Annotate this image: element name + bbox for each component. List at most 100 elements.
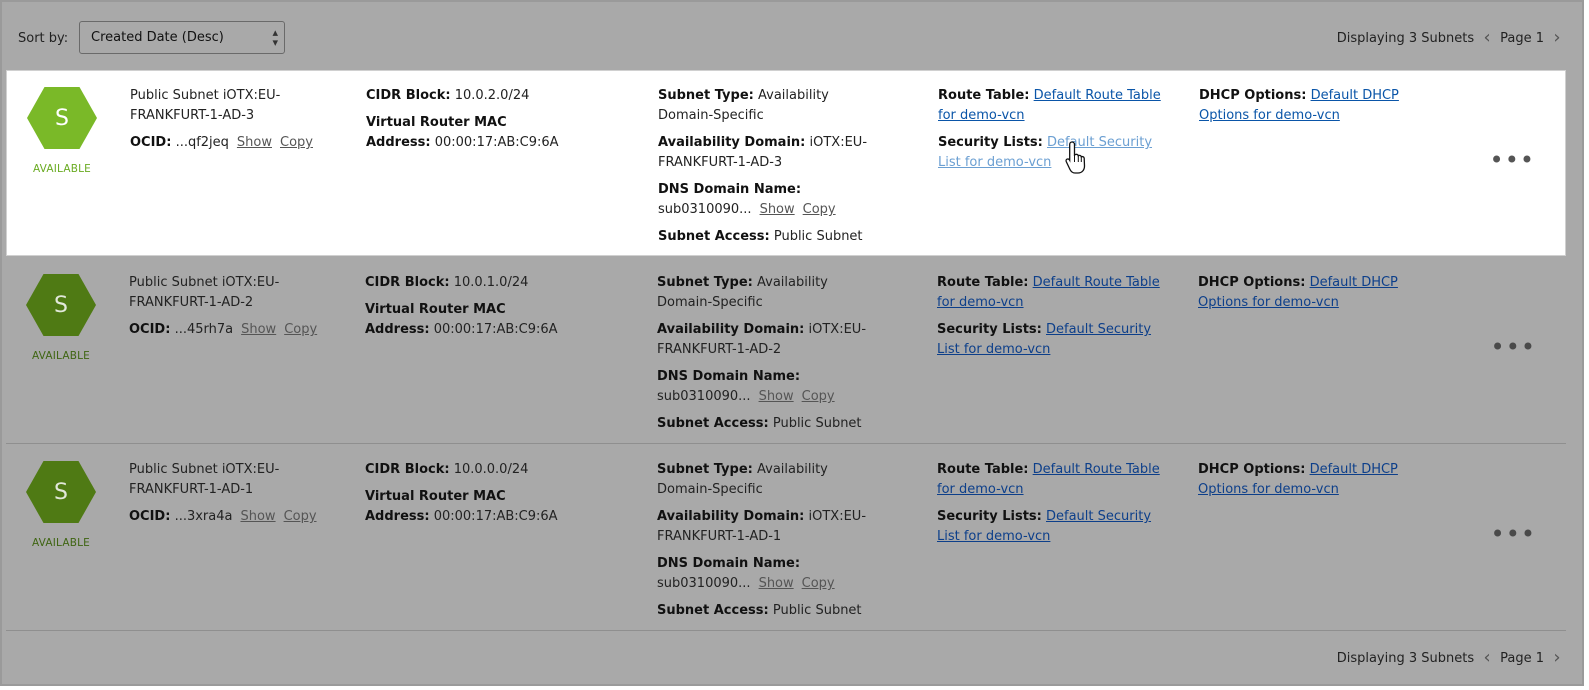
ocid-copy-link[interactable]: Copy [284,322,317,337]
more-options-icon[interactable]: ••• [1491,522,1536,546]
route-line: Route Table: Default Route Table for dem… [937,460,1177,500]
dns-value: sub0310090... [657,389,751,404]
sort-label: Sort by: [18,31,69,46]
pager-top: Displaying 3 Subnets ‹ Page 1 › [1336,29,1564,47]
ad-line: Availability Domain: iOTX:EU-FRANKFURT-1… [657,507,885,547]
subnet-name: Public Subnet iOTX:EU-FRANKFURT-1-AD-3 [130,88,281,123]
subnet-row: S AVAILABLE Public Subnet iOTX:EU-FRANKF… [6,445,1566,631]
ocid-label: OCID: [130,135,172,150]
dhcp-label: DHCP Options: [1198,275,1306,290]
route-line: Route Table: Default Route Table for dem… [938,86,1178,126]
seclist-line: Security Lists: Default Security List fo… [937,320,1177,360]
ad-label: Availability Domain: [657,322,805,337]
route-line: Route Table: Default Route Table for dem… [937,273,1177,313]
ocid-show-link[interactable]: Show [237,135,272,150]
route-column: Route Table: Default Route Table for dem… [937,273,1177,360]
dhcp-line: DHCP Options: Default DHCP Options for d… [1198,273,1448,313]
cidr-column: CIDR Block: 10.0.0.0/24 Virtual Router M… [365,460,565,527]
access-value: Public Subnet [773,229,863,244]
dns-copy-link[interactable]: Copy [803,202,836,217]
pager-bottom: Displaying 3 Subnets ‹ Page 1 › [1336,649,1564,667]
subnet-type-label: Subnet Type: [657,275,753,290]
access-line: Subnet Access: Public Subnet [657,414,885,434]
seclist-label: Security Lists: [938,135,1043,150]
dhcp-line: DHCP Options: Default DHCP Options for d… [1198,460,1448,500]
subnet-initial: S [54,479,68,505]
ocid-label: OCID: [129,322,171,337]
dns-copy-link[interactable]: Copy [802,576,835,591]
vr-mac-line: Virtual Router MAC Address: 00:00:17:AB:… [365,487,565,527]
cidr-value: 10.0.0.0/24 [453,462,529,477]
subnet-hexagon-icon: S [27,87,97,149]
dhcp-column: DHCP Options: Default DHCP Options for d… [1198,273,1448,313]
ocid-copy-link[interactable]: Copy [284,509,317,524]
dns-show-link[interactable]: Show [759,389,794,404]
dhcp-line: DHCP Options: Default DHCP Options for d… [1199,86,1449,126]
status-badge: AVAILABLE [31,537,91,549]
dns-label: DNS Domain Name: [658,182,802,197]
subnet-row: S AVAILABLE Public Subnet iOTX:EU-FRANKF… [6,258,1566,444]
ocid-line: OCID: ...qf2jeq Show Copy [130,133,320,153]
subnet-row: S AVAILABLE Public Subnet iOTX:EU-FRANKF… [6,70,1566,256]
ocid-value: ...qf2jeq [175,135,229,150]
cidr-column: CIDR Block: 10.0.2.0/24 Virtual Router M… [366,86,566,153]
dns-label: DNS Domain Name: [657,369,801,384]
route-label: Route Table: [937,275,1029,290]
ocid-value: ...3xra4a [174,509,233,524]
subnet-name-column: Public Subnet iOTX:EU-FRANKFURT-1-AD-2 O… [129,273,319,340]
dns-line: sub0310090... Show Copy [658,200,886,220]
vr-mac-value: 00:00:17:AB:C9:6A [433,322,558,337]
subnet-hexagon-icon: S [26,461,96,523]
subnet-initial: S [55,105,69,131]
dhcp-label: DHCP Options: [1198,462,1306,477]
route-label: Route Table: [938,88,1030,103]
cidr-column: CIDR Block: 10.0.1.0/24 Virtual Router M… [365,273,565,340]
chevron-left-icon[interactable]: ‹ [1480,649,1494,667]
subnet-name: Public Subnet iOTX:EU-FRANKFURT-1-AD-1 [129,462,280,497]
sort-select[interactable]: Created Date (Desc) ▴ ▾ [79,21,285,54]
ocid-show-link[interactable]: Show [240,509,275,524]
cidr-value: 10.0.2.0/24 [454,88,530,103]
chevron-left-icon[interactable]: ‹ [1480,29,1494,47]
ocid-show-link[interactable]: Show [241,322,276,337]
dns-value: sub0310090... [658,202,752,217]
cidr-label: CIDR Block: [366,88,451,103]
subnet-hexagon-icon: S [26,274,96,336]
dns-line: sub0310090... Show Copy [657,574,885,594]
ocid-value: ...45rh7a [174,322,234,337]
dns-value: sub0310090... [657,576,751,591]
list-toolbar: Sort by: Created Date (Desc) ▴ ▾ Displayi… [2,2,1582,72]
seclist-line: Security Lists: Default Security List fo… [937,507,1177,547]
access-label: Subnet Access: [658,229,770,244]
sort-selected-value: Created Date (Desc) [91,30,224,45]
ad-line: Availability Domain: iOTX:EU-FRANKFURT-1… [658,133,886,173]
cidr-line: CIDR Block: 10.0.1.0/24 [365,273,565,293]
subnet-name-column: Public Subnet iOTX:EU-FRANKFURT-1-AD-1 O… [129,460,319,527]
cidr-line: CIDR Block: 10.0.2.0/24 [366,86,566,106]
dns-show-link[interactable]: Show [760,202,795,217]
cidr-line: CIDR Block: 10.0.0.0/24 [365,460,565,480]
dhcp-column: DHCP Options: Default DHCP Options for d… [1198,460,1448,500]
route-column: Route Table: Default Route Table for dem… [937,460,1177,547]
chevron-right-icon[interactable]: › [1550,29,1564,47]
access-line: Subnet Access: Public Subnet [658,227,886,247]
displaying-count: Displaying 3 Subnets [1336,650,1475,666]
dns-copy-link[interactable]: Copy [802,389,835,404]
seclist-line: Security Lists: Default Security List fo… [938,133,1178,173]
subnet-type-label: Subnet Type: [657,462,753,477]
more-options-icon[interactable]: ••• [1491,335,1536,359]
subnet-type-column: Subnet Type: Availability Domain-Specifi… [657,273,885,434]
displaying-count: Displaying 3 Subnets [1336,30,1475,46]
dns-line: sub0310090... Show Copy [657,387,885,407]
ocid-label: OCID: [129,509,171,524]
ocid-copy-link[interactable]: Copy [280,135,313,150]
status-badge: AVAILABLE [32,163,92,175]
subnet-name-column: Public Subnet iOTX:EU-FRANKFURT-1-AD-3 O… [130,86,320,153]
chevron-right-icon[interactable]: › [1550,649,1564,667]
page-number: Page 1 [1500,650,1544,666]
ocid-line: OCID: ...3xra4a Show Copy [129,507,319,527]
dns-show-link[interactable]: Show [759,576,794,591]
up-down-arrows-icon: ▴ ▾ [272,26,278,49]
more-options-icon[interactable]: ••• [1490,148,1535,172]
cidr-label: CIDR Block: [365,275,450,290]
